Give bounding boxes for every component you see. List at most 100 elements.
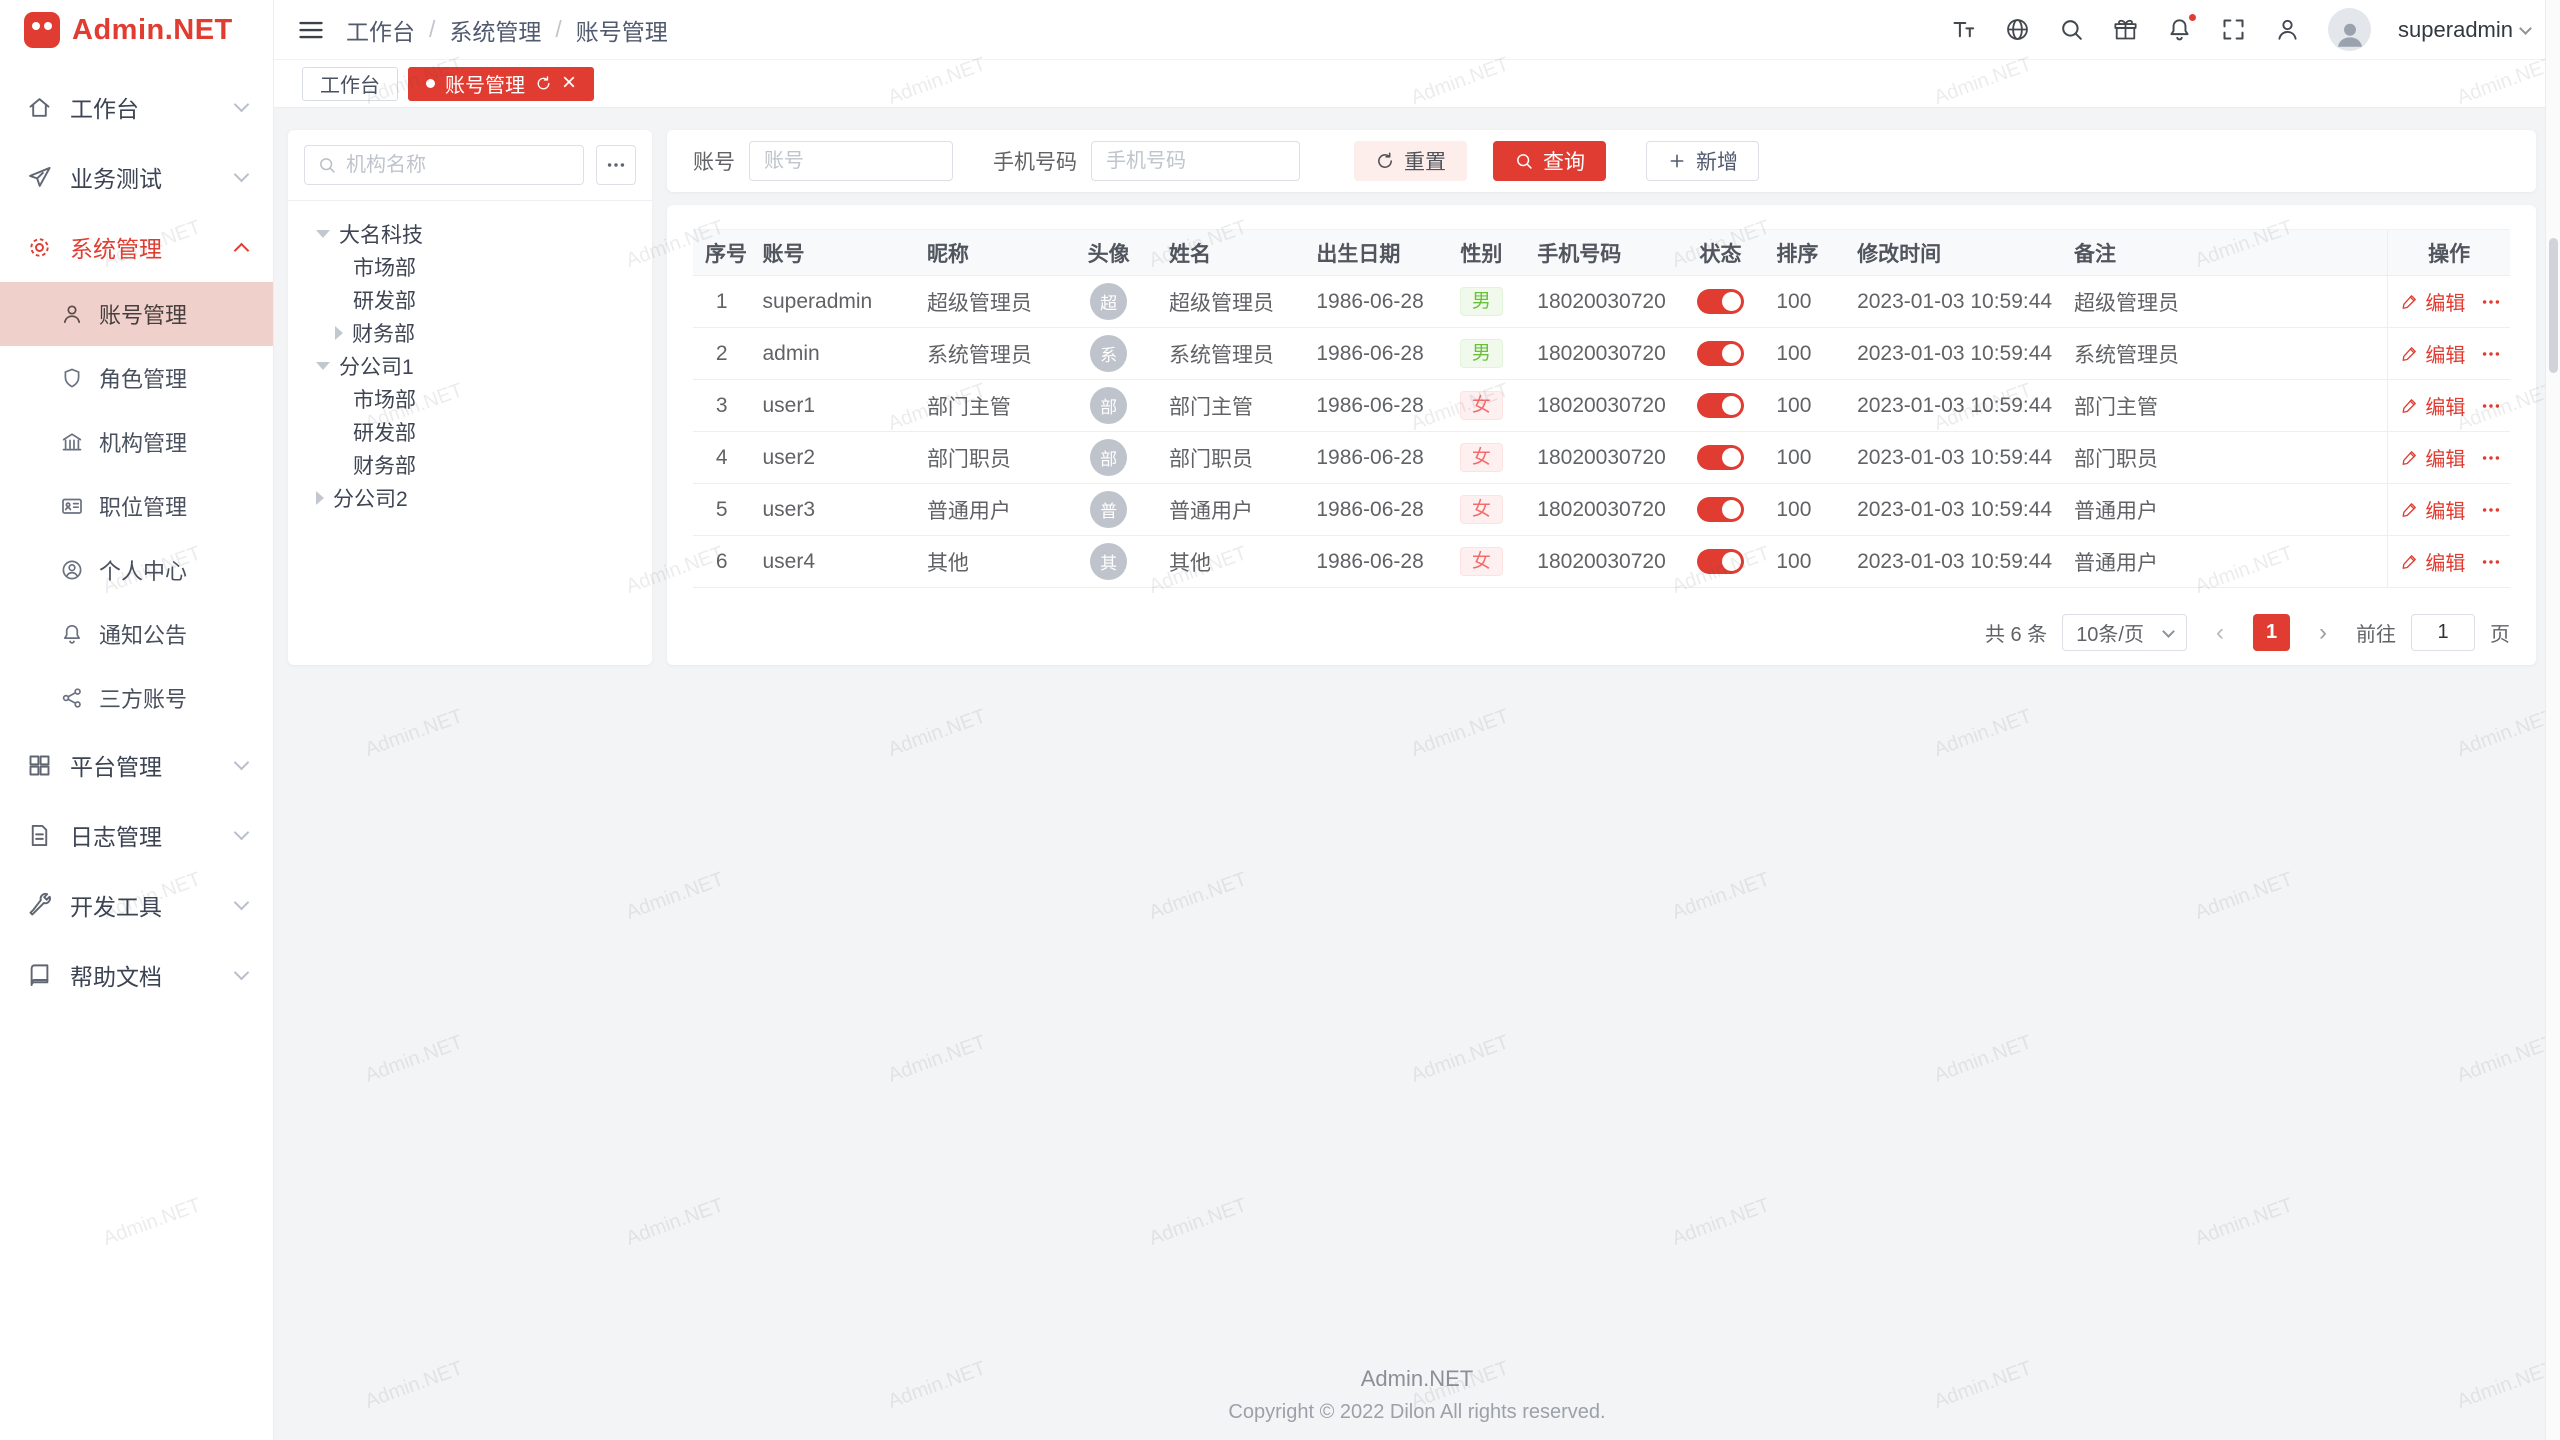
edit-button[interactable]: 编辑 xyxy=(2400,547,2465,576)
sidebar-item-business-test[interactable]: 业务测试 xyxy=(0,142,273,212)
account-filter-input[interactable] xyxy=(749,141,953,181)
tree-node[interactable]: 研发部 xyxy=(298,415,642,448)
tab-account-management[interactable]: 账号管理 × xyxy=(408,67,594,101)
gear-icon xyxy=(26,234,53,261)
tree-node[interactable]: 财务部 xyxy=(298,316,642,349)
more-actions-icon[interactable] xyxy=(2480,395,2502,417)
tabbar: 工作台 账号管理 × xyxy=(274,60,2560,108)
next-page-button[interactable]: › xyxy=(2305,615,2341,651)
cell-phone: 18020030720 xyxy=(1525,432,1676,484)
sidebar-item-third-party-account[interactable]: 三方账号 xyxy=(0,666,273,730)
app-logo[interactable]: Admin.NET xyxy=(0,0,273,60)
user-menu[interactable]: superadmin xyxy=(2398,17,2530,43)
goto-page-input[interactable] xyxy=(2411,614,2475,651)
cell-modified: 2023-01-03 10:59:44 xyxy=(1845,432,2062,484)
edit-button[interactable]: 编辑 xyxy=(2400,287,2465,316)
col-index: 序号 xyxy=(693,230,751,276)
status-toggle[interactable] xyxy=(1697,289,1744,314)
more-actions-icon[interactable] xyxy=(2480,291,2502,313)
caret-down-icon[interactable] xyxy=(316,230,330,238)
pagination-total: 共 6 条 xyxy=(1985,618,2047,647)
cell-index: 4 xyxy=(693,432,751,484)
cell-nickname: 超级管理员 xyxy=(915,276,1060,328)
more-actions-icon[interactable] xyxy=(2480,499,2502,521)
sidebar-item-platform-management[interactable]: 平台管理 xyxy=(0,730,273,800)
page-size-select[interactable]: 10条/页 xyxy=(2062,614,2187,651)
status-toggle[interactable] xyxy=(1697,445,1744,470)
tree-node[interactable]: 市场部 xyxy=(298,382,642,415)
status-toggle[interactable] xyxy=(1697,393,1744,418)
sidebar-item-log-management[interactable]: 日志管理 xyxy=(0,800,273,870)
notifications-bell-icon[interactable] xyxy=(2166,16,2193,43)
sidebar-item-org-management[interactable]: 机构管理 xyxy=(0,410,273,474)
cell-sort: 100 xyxy=(1764,536,1845,588)
breadcrumb-item[interactable]: 系统管理 xyxy=(449,13,541,47)
edit-button[interactable]: 编辑 xyxy=(2400,391,2465,420)
query-button[interactable]: 查询 xyxy=(1493,141,1606,181)
cell-phone: 18020030720 xyxy=(1525,276,1676,328)
sidebar-item-role-management[interactable]: 角色管理 xyxy=(0,346,273,410)
cell-sort: 100 xyxy=(1764,380,1845,432)
tree-node[interactable]: 研发部 xyxy=(298,283,642,316)
sidebar-item-system-management[interactable]: 系统管理 xyxy=(0,212,273,282)
sidebar-item-position-management[interactable]: 职位管理 xyxy=(0,474,273,538)
more-actions-icon[interactable] xyxy=(2480,343,2502,365)
page-number-active[interactable]: 1 xyxy=(2253,614,2290,651)
more-actions-icon[interactable] xyxy=(2480,447,2502,469)
cell-account: user3 xyxy=(751,484,915,536)
lock-user-icon[interactable] xyxy=(2274,16,2301,43)
phone-filter-input[interactable] xyxy=(1091,141,1300,181)
chevron-down-icon xyxy=(2519,22,2532,35)
tree-node[interactable]: 财务部 xyxy=(298,448,642,481)
search-icon[interactable] xyxy=(2058,16,2085,43)
sidebar-menu: 工作台 业务测试 系统管理 账号管理 角色管理 xyxy=(0,60,273,1010)
edit-button[interactable]: 编辑 xyxy=(2400,339,2465,368)
caret-right-icon[interactable] xyxy=(335,326,343,340)
edit-button[interactable]: 编辑 xyxy=(2400,443,2465,472)
caret-right-icon[interactable] xyxy=(316,491,324,505)
add-button[interactable]: 新增 xyxy=(1646,141,1759,181)
org-search-input[interactable] xyxy=(346,154,571,177)
caret-down-icon[interactable] xyxy=(316,362,330,370)
tree-node[interactable]: 市场部 xyxy=(298,250,642,283)
prev-page-button[interactable]: ‹ xyxy=(2202,615,2238,651)
tree-node[interactable]: 分公司1 xyxy=(298,349,642,382)
status-toggle[interactable] xyxy=(1697,497,1744,522)
sidebar-item-dev-tools[interactable]: 开发工具 xyxy=(0,870,273,940)
status-toggle[interactable] xyxy=(1697,341,1744,366)
cell-index: 5 xyxy=(693,484,751,536)
cell-name: 部门主管 xyxy=(1157,380,1304,432)
goto-label: 前往 xyxy=(2356,618,2396,647)
reset-button[interactable]: 重置 xyxy=(1354,141,1467,181)
breadcrumb-item[interactable]: 工作台 xyxy=(346,13,415,47)
tree-node[interactable]: 大名科技 xyxy=(298,217,642,250)
font-size-icon[interactable] xyxy=(1950,16,1977,43)
fullscreen-icon[interactable] xyxy=(2220,16,2247,43)
org-more-button[interactable] xyxy=(596,145,636,185)
sidebar-item-account-management[interactable]: 账号管理 xyxy=(0,282,273,346)
cell-modified: 2023-01-03 10:59:44 xyxy=(1845,484,2062,536)
avatar[interactable] xyxy=(2328,8,2371,51)
sidebar-item-help-docs[interactable]: 帮助文档 xyxy=(0,940,273,1010)
table-row: 6 user4 其他 其 其他 1986-06-28 女 18020030720… xyxy=(693,536,2510,588)
sidebar-item-notice[interactable]: 通知公告 xyxy=(0,602,273,666)
cell-birthdate: 1986-06-28 xyxy=(1304,380,1437,432)
edit-button[interactable]: 编辑 xyxy=(2400,495,2465,524)
hamburger-menu-icon[interactable] xyxy=(296,15,326,45)
cell-account: user4 xyxy=(751,536,915,588)
theme-gift-icon[interactable] xyxy=(2112,16,2139,43)
status-toggle[interactable] xyxy=(1697,549,1744,574)
language-globe-icon[interactable] xyxy=(2004,16,2031,43)
scrollbar-thumb[interactable] xyxy=(2549,238,2558,373)
tab-workbench[interactable]: 工作台 xyxy=(302,67,398,101)
sidebar-item-personal-center[interactable]: 个人中心 xyxy=(0,538,273,602)
org-search-row xyxy=(288,130,652,201)
sidebar-item-workbench[interactable]: 工作台 xyxy=(0,72,273,142)
close-icon[interactable]: × xyxy=(562,71,576,95)
breadcrumb-separator: / xyxy=(429,16,435,43)
query-button-label: 查询 xyxy=(1543,146,1585,176)
tree-node[interactable]: 分公司2 xyxy=(298,481,642,514)
more-actions-icon[interactable] xyxy=(2480,551,2502,573)
refresh-icon[interactable] xyxy=(535,75,552,92)
tab-label: 账号管理 xyxy=(445,69,525,98)
